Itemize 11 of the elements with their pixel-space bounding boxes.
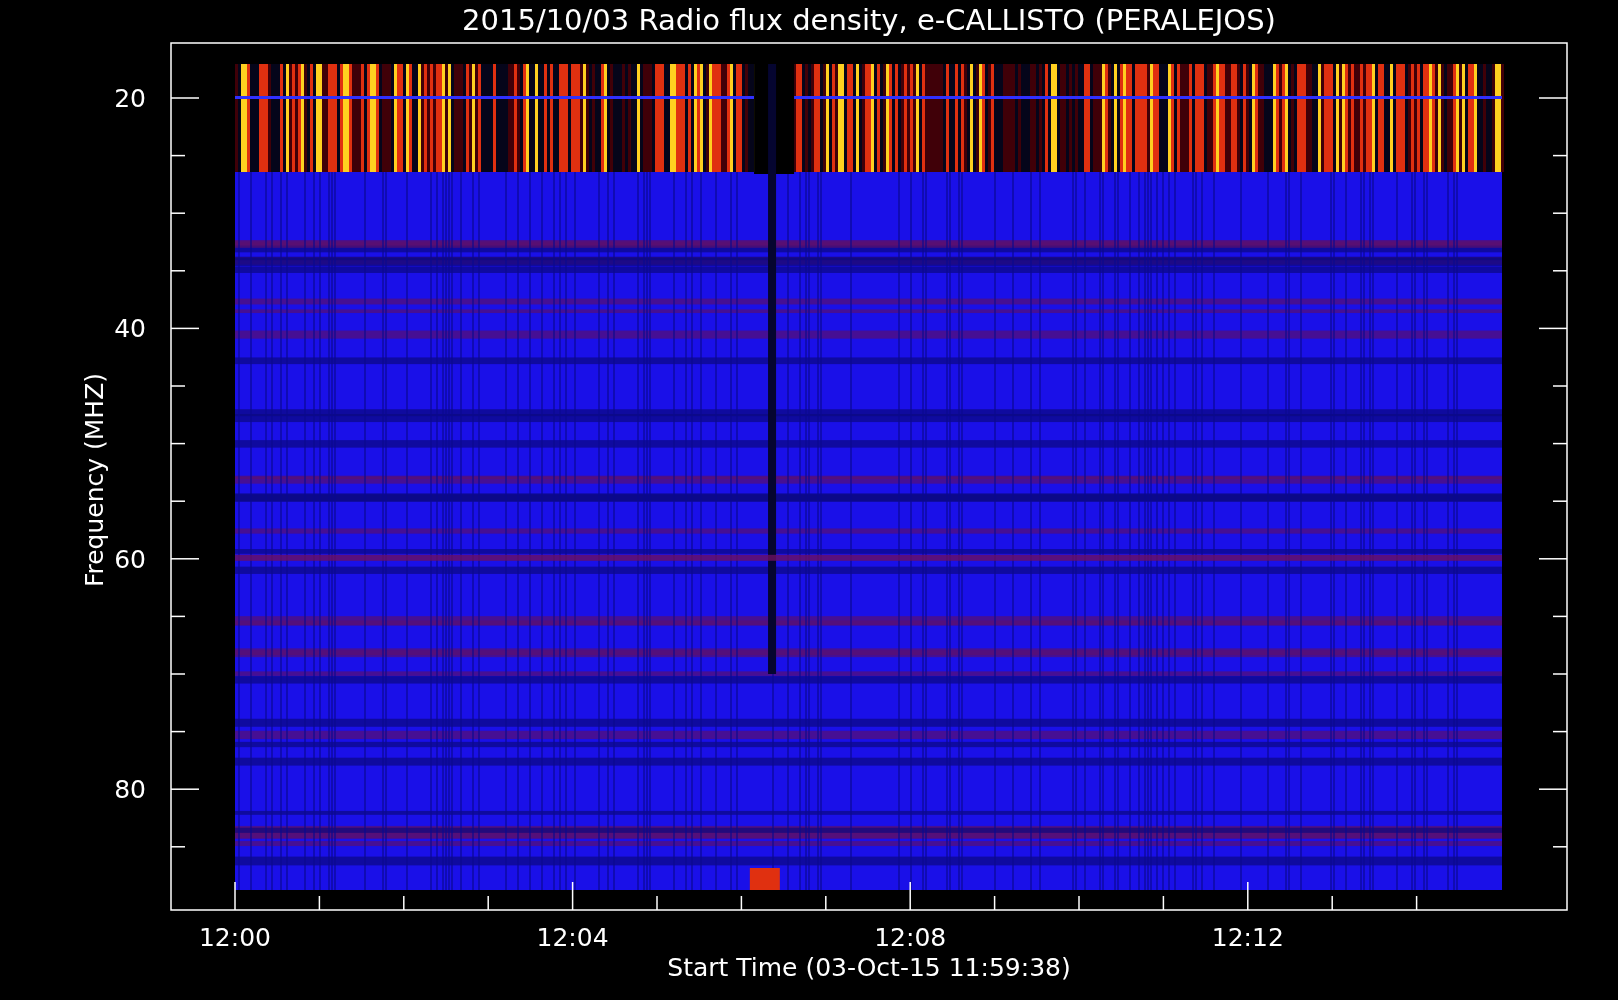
x-tick-label: 12:12 [1211, 923, 1284, 952]
x-axis-label: Start Time (03-Oct-15 11:59:38) [667, 953, 1071, 982]
y-tick-label: 20 [114, 84, 146, 113]
y-tick-label: 80 [114, 775, 146, 805]
y-tick-label: 60 [114, 544, 146, 574]
y-tick-label: 40 [114, 314, 146, 344]
x-tick-label: 12:04 [536, 923, 609, 952]
x-tick-label: 12:08 [874, 923, 947, 952]
chart-title: 2015/10/03 Radio flux density, e-CALLISTO (PERALEJOS) [462, 3, 1276, 37]
y-axis-label: Frequency (MHZ) [80, 372, 109, 588]
x-tick-label: 12:00 [199, 923, 271, 952]
